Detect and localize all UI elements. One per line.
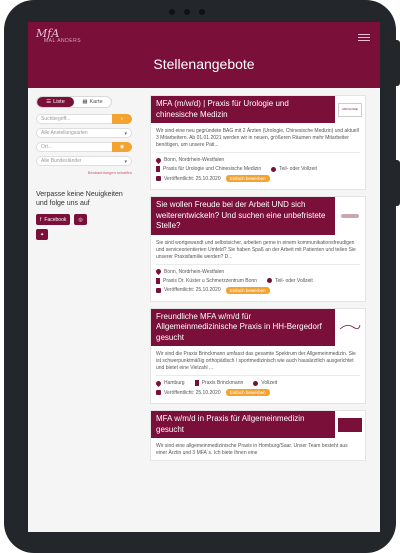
employment-type-select[interactable]: Alle Anstellungsarten ▾ (36, 128, 132, 138)
instagram-button[interactable]: ◎ (74, 214, 87, 225)
page-title: Stellenangebote (153, 56, 255, 72)
apply-button[interactable]: Einfach bewerben (225, 286, 270, 294)
reset-filters-link[interactable]: Beobachtungen schaffen (36, 170, 132, 175)
apply-button[interactable]: Einfach bewerben (225, 175, 270, 182)
calendar-icon (156, 176, 161, 181)
job-description: Wir sind eine allgemeinmedizinische Prax… (156, 443, 348, 456)
job-employer: Praxis Dr. Küster u Schmerzzentrum Bonn (163, 277, 257, 284)
search-input[interactable]: Suchbegriff... ⌕ (36, 114, 132, 124)
list-icon: ☰ (46, 99, 52, 105)
job-list: MFA (m/w/d) | Praxis für Urologie und ch… (150, 95, 366, 467)
state-select-value: Alle Bundesländer (41, 158, 82, 164)
job-published: Veröffentlicht: 25.10.2020 (164, 287, 221, 293)
city-input[interactable]: Ort... ◉ (36, 142, 132, 152)
location-pin-icon (154, 156, 163, 164)
job-employment: Vollzeit (261, 380, 278, 386)
main-content: ☰ Liste ▦ Karte Suchbegriff... ⌕ Alle Anst… (28, 88, 380, 532)
employer-logo (338, 209, 362, 223)
job-published: Veröffentlicht: 25.10.2020 (164, 389, 221, 396)
search-placeholder: Suchbegriff... (41, 116, 71, 122)
chevron-down-icon: ▾ (124, 159, 127, 165)
chevron-down-icon: ▾ (124, 131, 127, 137)
facebook-button[interactable]: f Facebook (36, 214, 71, 225)
job-employer: Praxis für Urologie und Chinesische Medi… (163, 166, 262, 172)
screen: MfA MAL ANDERS Stellenangebote ☰ Liste ▦ K… (28, 22, 380, 532)
camera-dot (184, 9, 190, 15)
calendar-icon (156, 390, 161, 395)
list-view-button[interactable]: ☰ Liste (37, 97, 74, 107)
job-title[interactable]: MFA w/m/d in Praxis für Allgemeinmedizin… (151, 411, 335, 438)
employer-logo (338, 417, 362, 432)
job-title[interactable]: MFA (m/w/d) | Praxis für Urologie und ch… (151, 96, 335, 123)
camera-dot (169, 9, 175, 15)
map-view-label: Karte (89, 99, 103, 105)
location-icon: ◉ (119, 144, 125, 150)
job-description: Sie sind wortgewandt und selbstsicher, a… (156, 239, 356, 260)
logo-subtitle: MAL ANDERS (44, 38, 82, 44)
job-card[interactable]: Sie wollen Freude bei der Arbeit UND sic… (150, 196, 366, 302)
job-employment: Teil- oder Vollzeit (274, 277, 313, 284)
job-card[interactable]: MFA (m/w/d) | Praxis für Urologie und ch… (150, 95, 366, 190)
side-button (396, 160, 400, 206)
list-view-label: Liste (53, 99, 65, 105)
filter-sidebar: ☰ Liste ▦ Karte Suchbegriff... ⌕ Alle Anst… (36, 96, 132, 244)
clock-icon (271, 166, 277, 172)
follow-us-text: Verpasse keine Neuigkeiten und folge uns… (36, 191, 123, 207)
twitter-button[interactable]: ✦ (36, 229, 49, 240)
job-employer: Praxis Brinckmann (201, 380, 244, 386)
state-select[interactable]: Alle Bundesländer ▾ (36, 156, 132, 166)
job-description: Wir sind die Praxis Brinckmann umfasst d… (156, 351, 356, 371)
map-view-button[interactable]: ▦ Karte (74, 97, 111, 107)
site-header: MfA MAL ANDERS Stellenangebote (28, 22, 380, 88)
job-location: Hamburg (164, 380, 185, 386)
job-card[interactable]: Freundliche MFA w/m/d für Allgemeinmediz… (150, 307, 366, 404)
locate-button[interactable]: ◉ (112, 142, 132, 152)
clock-icon (253, 380, 259, 386)
city-placeholder: Ort... (41, 144, 53, 150)
view-toggle: ☰ Liste ▦ Karte (36, 96, 112, 108)
job-published: Veröffentlicht: 25.10.2020 (164, 175, 221, 182)
search-icon: ⌕ (120, 116, 124, 122)
twitter-icon: ✦ (40, 231, 45, 238)
apply-button[interactable]: Einfach bewerben (225, 389, 270, 396)
job-description: Wir sind eine neu gegründete BAG mit 2 Ä… (156, 128, 359, 148)
clock-icon (266, 278, 272, 283)
instagram-icon: ◎ (78, 216, 83, 223)
calendar-icon (156, 287, 161, 293)
employer-logo (338, 320, 362, 334)
tablet-frame: MfA MAL ANDERS Stellenangebote ☰ Liste ▦ K… (4, 0, 400, 553)
job-employment: Teil- oder Vollzeit (279, 166, 317, 172)
building-icon (156, 277, 160, 284)
camera-dot (199, 9, 205, 15)
job-title[interactable]: Freundliche MFA w/m/d für Allgemeinmediz… (151, 308, 335, 346)
search-submit-button[interactable]: ⌕ (112, 114, 132, 124)
hamburger-menu-icon[interactable] (358, 34, 370, 42)
map-icon: ▦ (82, 99, 88, 105)
facebook-label: Facebook (44, 216, 67, 223)
job-location: Bonn, Nordrhein-Westfalen (164, 268, 225, 275)
job-location: Bonn, Nordrhein-Westfalen (164, 157, 225, 163)
job-title[interactable]: Sie wollen Freude bei der Arbeit UND sic… (151, 197, 335, 235)
employer-logo: UROLOGIE (338, 102, 362, 117)
facebook-icon: f (40, 216, 42, 223)
building-icon (194, 380, 199, 386)
location-pin-icon (154, 379, 163, 387)
location-pin-icon (154, 267, 163, 276)
job-card[interactable]: MFA w/m/d in Praxis für Allgemeinmedizin… (150, 410, 366, 461)
building-icon (156, 166, 160, 172)
side-button (396, 40, 400, 86)
employment-select-value: Alle Anstellungsarten (41, 130, 88, 136)
